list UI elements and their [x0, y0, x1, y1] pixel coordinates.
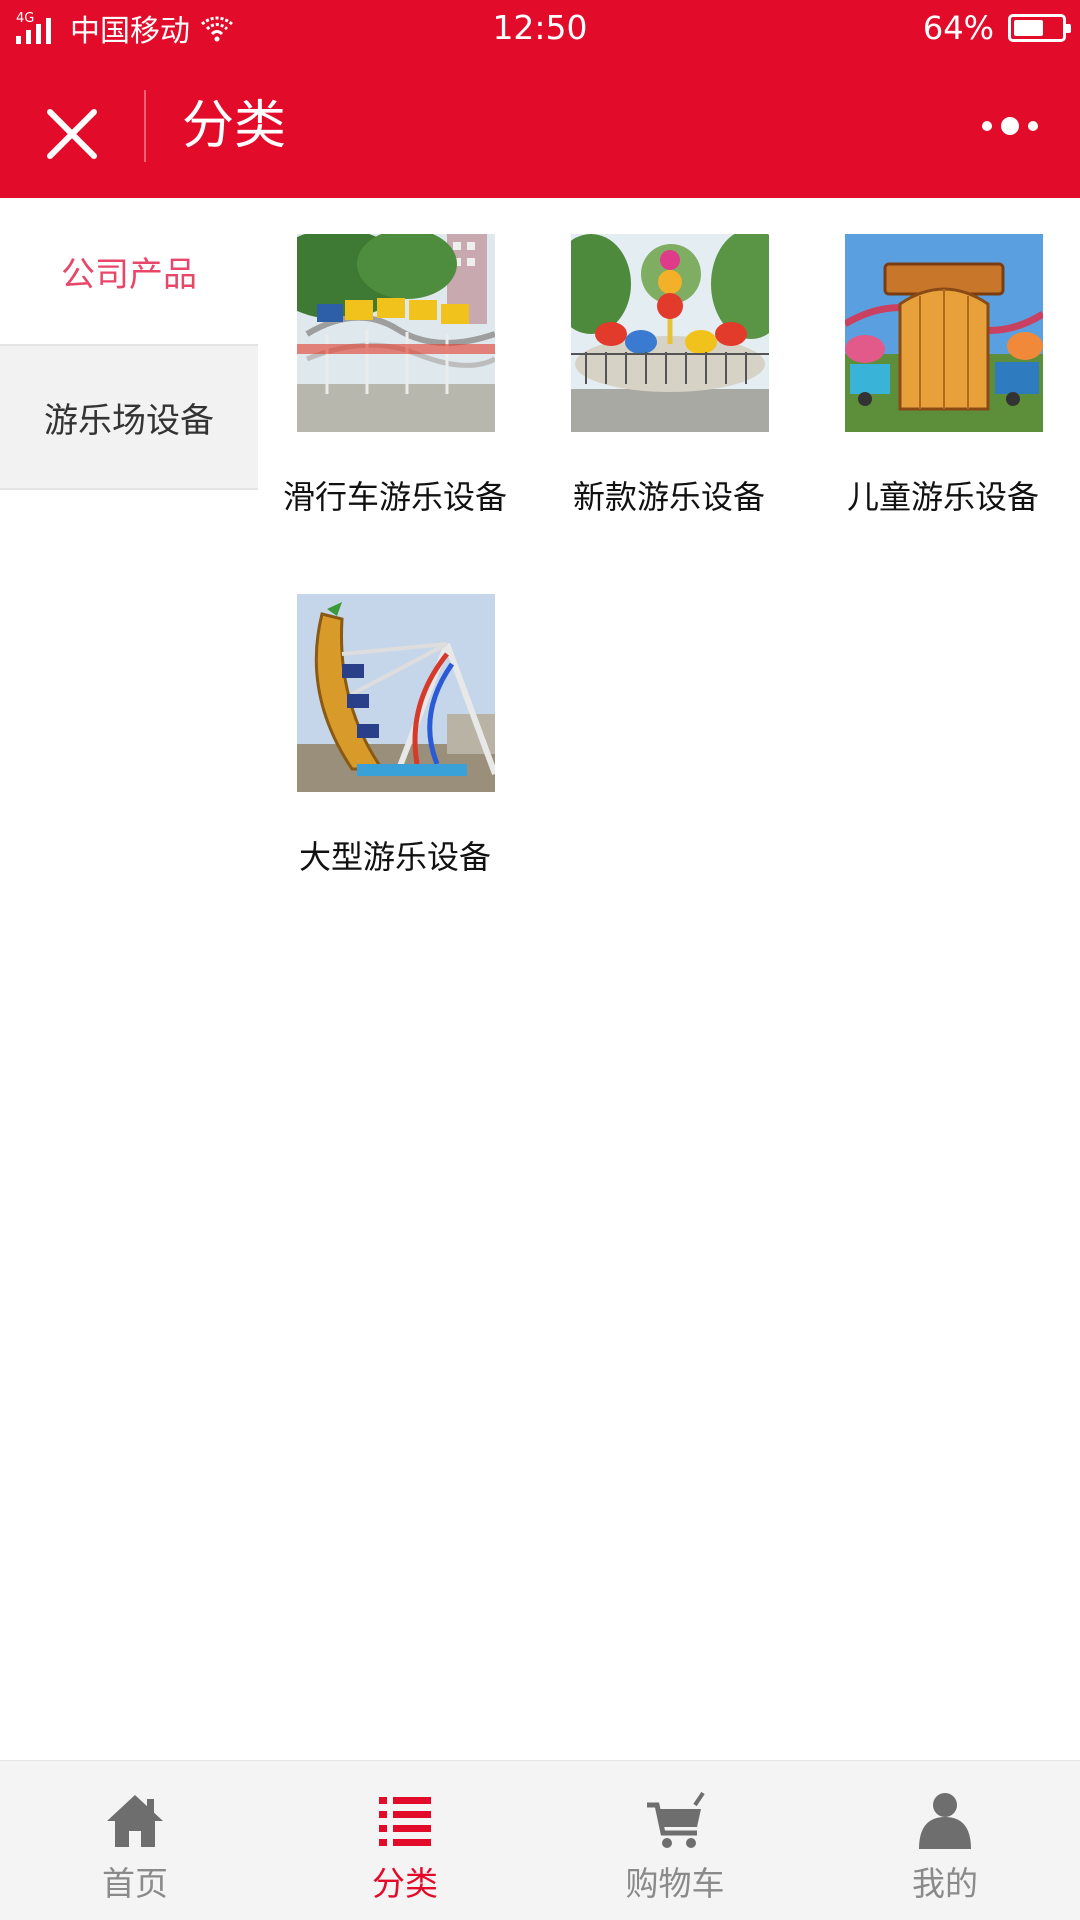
product-image — [297, 594, 495, 792]
tab-cart[interactable]: 购物车 — [540, 1761, 810, 1920]
battery-percent: 64% — [922, 9, 994, 47]
sidebar-item-label: 游乐场设备 — [44, 400, 214, 441]
category-sidebar: 公司产品 游乐场设备 — [0, 198, 258, 1760]
page-title: 分类 — [182, 96, 287, 156]
product-item[interactable]: 大型游乐设备 — [258, 558, 532, 876]
tab-mine[interactable]: 我的 — [810, 1761, 1080, 1920]
product-name: 大型游乐设备 — [298, 838, 491, 876]
product-name: 儿童游乐设备 — [846, 478, 1039, 516]
tab-label: 首页 — [102, 1864, 168, 1903]
product-image — [571, 234, 769, 432]
sidebar-item-company-products[interactable]: 公司产品 — [0, 198, 258, 344]
product-item[interactable]: 儿童游乐设备 — [806, 198, 1080, 516]
tab-home[interactable]: 首页 — [0, 1761, 270, 1920]
product-item[interactable]: 新款游乐设备 — [532, 198, 806, 516]
battery-level — [1014, 20, 1043, 36]
close-button[interactable] — [30, 92, 114, 176]
nav-divider — [144, 90, 146, 162]
status-right: 64% — [922, 8, 1071, 48]
sidebar-item-amusement-equipment[interactable]: 游乐场设备 — [0, 344, 258, 490]
cart-icon — [647, 1791, 705, 1848]
sidebar-item-label: 公司产品 — [61, 254, 197, 295]
close-icon — [47, 109, 97, 159]
user-icon — [919, 1793, 971, 1849]
clock: 12:50 — [492, 8, 588, 47]
status-bar: 4G 中国移动 12:50 64% — [0, 0, 1080, 56]
nav-bar: 分类 — [0, 56, 1080, 198]
tab-label: 我的 — [912, 1864, 978, 1903]
tab-label: 分类 — [372, 1864, 438, 1903]
tab-label: 购物车 — [625, 1864, 725, 1903]
tab-category[interactable]: 分类 — [270, 1761, 540, 1920]
product-name: 新款游乐设备 — [572, 478, 765, 516]
product-name: 滑行车游乐设备 — [282, 478, 507, 516]
product-image — [297, 234, 495, 432]
list-icon — [379, 1797, 431, 1846]
more-dots-icon — [982, 121, 992, 131]
more-button[interactable] — [962, 96, 1058, 156]
product-image — [845, 234, 1043, 432]
battery-icon — [1008, 14, 1071, 42]
bottom-tab-bar: 首页 分类 购物车 我的 — [0, 1760, 1080, 1920]
home-icon — [107, 1795, 163, 1847]
product-item[interactable]: 滑行车游乐设备 — [258, 198, 532, 516]
